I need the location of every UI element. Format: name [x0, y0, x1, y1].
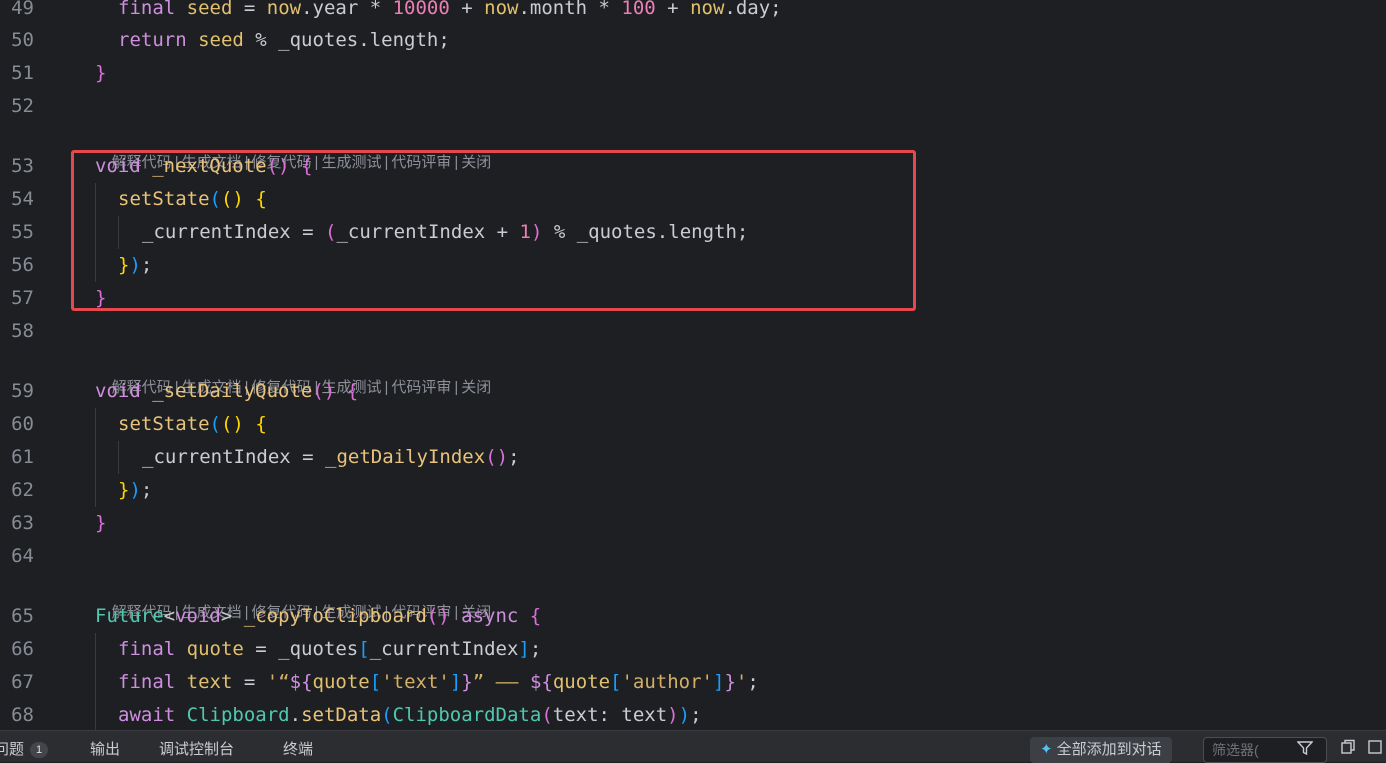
code-line[interactable]: 57 } — [0, 282, 1386, 315]
code-line[interactable]: 62 }); — [0, 474, 1386, 507]
code-line[interactable]: 61 _currentIndex = _getDailyIndex(); — [0, 441, 1386, 474]
code-line[interactable]: 55 _currentIndex = (_currentIndex + 1) %… — [0, 216, 1386, 249]
code-line[interactable]: 54 setState(() { — [0, 183, 1386, 216]
code-editor[interactable]: 49 final seed = now.year * 10000 + now.m… — [0, 0, 1386, 730]
code-line[interactable]: 52 — [0, 90, 1386, 123]
sparkle-icon: ✦ — [1040, 741, 1053, 758]
line-number: 66 — [11, 638, 34, 660]
code-line[interactable]: 66 final quote = _quotes[_currentIndex]; — [0, 633, 1386, 666]
tab-debug-console[interactable]: 调试控制台 — [159, 738, 234, 759]
line-number: 54 — [11, 188, 34, 210]
line-number: 60 — [11, 413, 34, 435]
line-number: 62 — [11, 479, 34, 501]
code-line[interactable]: 60 setState(() { — [0, 408, 1386, 441]
code-line[interactable]: 67 final text = '“${quote['text']}” —— $… — [0, 666, 1386, 699]
code-line[interactable]: 56 }); — [0, 249, 1386, 282]
panel-icon[interactable] — [1368, 739, 1382, 760]
line-number: 57 — [11, 287, 34, 309]
code-line[interactable]: 50 return seed % _quotes.length; — [0, 24, 1386, 57]
code-line[interactable]: 65 Future<void> _copyToClipboard() async… — [0, 600, 1386, 633]
code-line[interactable]: 59 void _setDailyQuote() { — [0, 375, 1386, 408]
line-number: 63 — [11, 512, 34, 534]
code-line[interactable]: 64 — [0, 540, 1386, 573]
code-line[interactable]: 63 } — [0, 507, 1386, 540]
line-number: 56 — [11, 254, 34, 276]
tab-problems[interactable]: 问题 1 — [0, 738, 49, 759]
code-line[interactable]: 49 final seed = now.year * 10000 + now.m… — [0, 0, 1386, 25]
copy-icon[interactable] — [1340, 739, 1356, 760]
line-number: 51 — [11, 62, 34, 84]
code-lens: 解释代码 | 生成文档 | 修复代码 | 生成测试 | 代码评审 | 关闭 — [111, 379, 492, 396]
code-line[interactable]: 53 void _nextQuote() { — [0, 150, 1386, 183]
line-number: 67 — [11, 671, 34, 693]
add-all-to-chat-button[interactable]: ✦ 全部添加到对话 — [1030, 737, 1172, 763]
code-lens: 解释代码 | 生成文档 | 修复代码 | 生成测试 | 代码评审 | 关闭 — [111, 154, 492, 171]
filter-icon[interactable] — [1296, 741, 1314, 760]
code-line[interactable]: 58 — [0, 315, 1386, 348]
line-number: 59 — [11, 380, 34, 402]
line-number: 61 — [11, 446, 34, 468]
line-number: 68 — [11, 704, 34, 726]
line-number: 58 — [11, 320, 34, 342]
bottom-panel: 问题 1 输出 调试控制台 终端 ✦ 全部添加到对话 — [0, 730, 1386, 763]
tab-output[interactable]: 输出 — [90, 738, 120, 759]
tab-terminal[interactable]: 终端 — [283, 738, 313, 759]
problems-count-badge: 1 — [30, 742, 49, 758]
line-number: 55 — [11, 221, 34, 243]
line-number: 65 — [11, 605, 34, 627]
code-lens: 解释代码 | 生成文档 | 修复代码 | 生成测试 | 代码评审 | 关闭 — [111, 604, 492, 621]
line-number: 64 — [11, 545, 34, 567]
line-number: 50 — [11, 29, 34, 51]
line-number: 49 — [11, 0, 34, 19]
code-line[interactable]: 68 await Clipboard.setData(ClipboardData… — [0, 699, 1386, 730]
line-number: 53 — [11, 155, 34, 177]
code-line[interactable]: 51 } — [0, 57, 1386, 90]
line-number: 52 — [11, 95, 34, 117]
